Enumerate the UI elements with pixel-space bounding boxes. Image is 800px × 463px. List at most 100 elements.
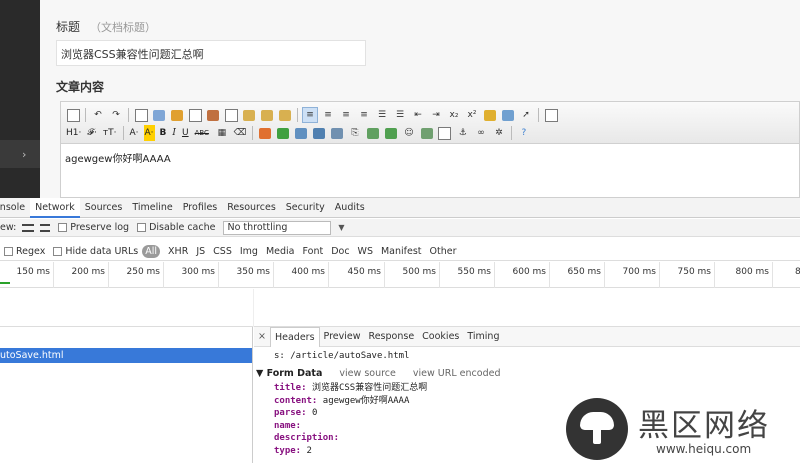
insert-image-icon[interactable] — [365, 125, 381, 141]
throttling-select[interactable]: No throttling ▼ — [223, 220, 344, 235]
print-icon[interactable] — [187, 107, 203, 123]
image-icon[interactable] — [419, 125, 435, 141]
tab-network[interactable]: Network — [30, 197, 80, 218]
font-color-button[interactable]: A· — [128, 125, 139, 141]
undo-icon[interactable]: ↶ — [90, 107, 106, 123]
bold-button[interactable]: B — [159, 125, 168, 141]
align-left-icon[interactable]: ≡ — [302, 107, 318, 123]
underline-button[interactable]: U — [181, 125, 190, 141]
eraser-icon[interactable]: ⌫ — [232, 125, 248, 141]
list-view-icon[interactable] — [22, 223, 35, 232]
tab-headers[interactable]: Headers — [270, 326, 320, 347]
remove-format-icon[interactable] — [482, 107, 498, 123]
redo-icon[interactable]: ↷ — [108, 107, 124, 123]
subscript-icon[interactable]: x₂ — [446, 107, 462, 123]
indent-icon[interactable]: ⇥ — [428, 107, 444, 123]
strike-button[interactable]: ABC — [194, 125, 210, 141]
title-input[interactable]: 浏览器CSS兼容性问题汇总啊 — [56, 40, 366, 66]
tab-security[interactable]: Security — [281, 198, 330, 218]
link-icon[interactable]: ∞ — [473, 125, 489, 141]
filter-ws[interactable]: WS — [358, 246, 373, 257]
insert-map-icon[interactable] — [293, 125, 309, 141]
form-data-row: type: 2 — [274, 445, 427, 458]
pointer-icon[interactable]: ➚ — [518, 107, 534, 123]
attachment-icon[interactable]: ⎘ — [347, 125, 363, 141]
tab-response[interactable]: Response — [365, 327, 419, 347]
filter-xhr[interactable]: XHR — [168, 246, 188, 257]
filter-manifest[interactable]: Manifest — [381, 246, 422, 257]
close-icon[interactable]: × — [254, 331, 270, 342]
form-data-key: type: — [274, 445, 302, 456]
editor-area: › 标题 （文档标题） 浏览器CSS兼容性问题汇总啊 文章内容 ↶ ↷ ≡ ≡ … — [0, 0, 800, 198]
heading-dropdown[interactable]: H1· — [65, 125, 82, 141]
maximize-icon[interactable] — [543, 107, 559, 123]
request-row[interactable]: utoSave.html — [0, 348, 252, 363]
source-icon[interactable] — [65, 107, 81, 123]
align-right-icon[interactable]: ≡ — [338, 107, 354, 123]
filter-img[interactable]: Img — [240, 246, 258, 257]
tab-console[interactable]: onsole — [0, 198, 30, 218]
form-data-key: title: — [274, 383, 307, 393]
filter-other[interactable]: Other — [430, 246, 457, 257]
emoji-icon[interactable]: ☺ — [401, 125, 417, 141]
sidebar-active-row[interactable] — [0, 140, 40, 168]
preview-icon[interactable] — [151, 107, 167, 123]
tab-profiles[interactable]: Profiles — [178, 198, 223, 218]
filter-doc[interactable]: Doc — [331, 246, 349, 257]
paste-icon[interactable] — [241, 107, 257, 123]
bulleted-list-icon[interactable]: ☰ — [392, 107, 408, 123]
insert-flash-icon[interactable] — [311, 125, 327, 141]
tab-sources[interactable]: Sources — [80, 198, 128, 218]
outdent-icon[interactable]: ⇤ — [410, 107, 426, 123]
preserve-log-checkbox[interactable] — [58, 223, 68, 232]
disable-cache-checkbox[interactable] — [137, 223, 147, 232]
view-source-link[interactable]: view source — [339, 368, 395, 379]
cut-icon[interactable] — [205, 107, 221, 123]
tab-audits[interactable]: Audits — [330, 198, 370, 218]
timeline-overview[interactable]: 150 ms 200 ms 250 ms 300 ms 350 ms 400 m… — [0, 262, 800, 288]
numbered-list-icon[interactable]: ☰ — [374, 107, 390, 123]
align-justify-icon[interactable]: ≡ — [356, 107, 372, 123]
template-icon[interactable] — [169, 107, 185, 123]
tab-timing[interactable]: Timing — [463, 327, 503, 347]
font-family-dropdown[interactable]: 𝓕· — [86, 125, 98, 141]
hide-data-urls-checkbox[interactable] — [53, 247, 63, 256]
view-url-encoded-link[interactable]: view URL encoded — [413, 368, 501, 379]
align-center-icon[interactable]: ≡ — [320, 107, 336, 123]
page-break-icon[interactable] — [383, 125, 399, 141]
filter-css[interactable]: CSS — [213, 246, 232, 257]
document-icon[interactable] — [437, 125, 453, 141]
paste-word-icon[interactable] — [277, 107, 293, 123]
tab-cookies[interactable]: Cookies — [418, 327, 463, 347]
filter-font[interactable]: Font — [303, 246, 324, 257]
superscript-icon[interactable]: x² — [464, 107, 480, 123]
tab-timeline[interactable]: Timeline — [127, 198, 177, 218]
help-icon[interactable]: ? — [516, 125, 532, 141]
form-data-header[interactable]: ▼ Form Data view source view URL encoded — [256, 368, 500, 379]
timeline-tick: 350 ms — [219, 262, 274, 288]
font-size-dropdown[interactable]: тT· — [102, 125, 118, 141]
bg-color-button[interactable]: A· — [143, 125, 155, 141]
table-icon[interactable]: ▦ — [214, 125, 230, 141]
select-all-icon[interactable] — [500, 107, 516, 123]
italic-button[interactable]: I — [171, 125, 177, 141]
chevron-right-icon[interactable]: › — [22, 148, 26, 161]
filter-js[interactable]: JS — [196, 246, 205, 257]
new-page-icon[interactable] — [133, 107, 149, 123]
filter-media[interactable]: Media — [266, 246, 295, 257]
editor-content[interactable]: agewgew你好啊AAAA — [65, 150, 171, 165]
tab-resources[interactable]: Resources — [222, 198, 281, 218]
filter-all[interactable]: All — [142, 245, 161, 258]
paste-text-icon[interactable] — [259, 107, 275, 123]
unlink-icon[interactable]: ✲ — [491, 125, 507, 141]
tab-preview[interactable]: Preview — [320, 327, 365, 347]
form-data-row: title: 浏览器CSS兼容性问题汇总啊 — [274, 382, 427, 395]
regex-checkbox[interactable] — [4, 247, 13, 256]
insert-code-icon[interactable] — [257, 125, 273, 141]
anchor-icon[interactable]: ⚓ — [455, 125, 471, 141]
overview-icon[interactable] — [40, 223, 51, 232]
insert-music-icon[interactable] — [329, 125, 345, 141]
form-panel: 标题 （文档标题） 浏览器CSS兼容性问题汇总啊 文章内容 ↶ ↷ ≡ ≡ ≡ … — [40, 0, 800, 198]
copy-icon[interactable] — [223, 107, 239, 123]
insert-table-icon[interactable] — [275, 125, 291, 141]
